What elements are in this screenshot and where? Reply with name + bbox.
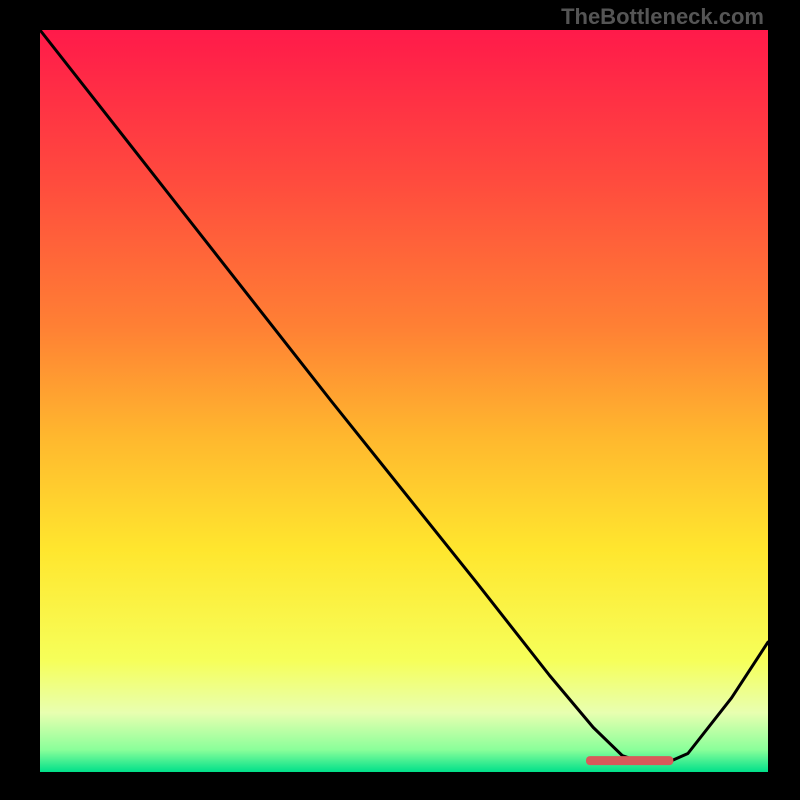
chart-container: { "watermark": "TheBottleneck.com", "cha…	[0, 0, 800, 800]
chart-svg	[0, 0, 800, 800]
optimal-marker	[586, 756, 673, 765]
watermark-text: TheBottleneck.com	[561, 4, 764, 30]
plot-background	[40, 30, 768, 772]
